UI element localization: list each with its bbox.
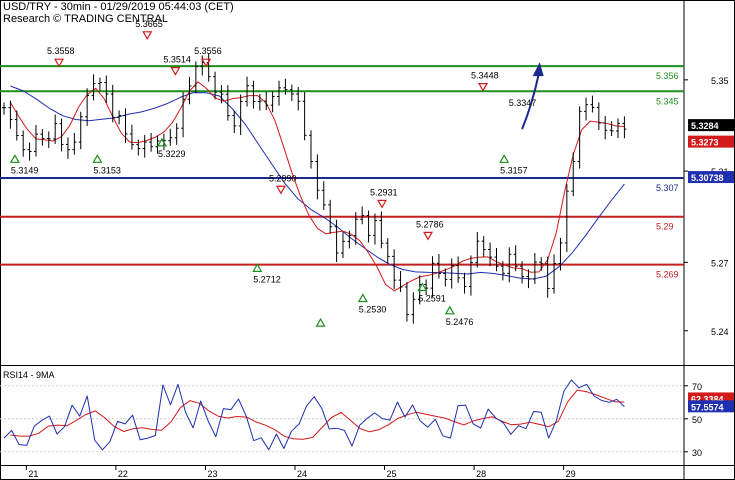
swing-high-label: 5.3558	[47, 46, 75, 56]
swing-high-label: 5.3514	[163, 55, 191, 65]
swing-high-label: 5.2990	[269, 173, 297, 183]
swing-low-marker	[9, 154, 20, 163]
forecast-arrow-head	[532, 62, 544, 77]
x-tick-label-2: 23	[207, 469, 217, 479]
x-tick-label-0: 21	[28, 469, 38, 479]
y-tick-label-3: 5.24	[711, 327, 729, 337]
swing-low-label: 5.2712	[253, 274, 281, 284]
rsi-y-tick-label-1: 50	[692, 415, 702, 425]
x-tick-label-3: 24	[297, 469, 307, 479]
swing-high-label: 5.3665	[135, 19, 163, 29]
level-label-3: 5.29	[656, 222, 674, 232]
swing-low-label: 5.3157	[500, 165, 528, 175]
rsi-plot-area	[0, 379, 684, 453]
swing-high-marker	[275, 185, 286, 195]
x-tick-label-6: 29	[566, 469, 576, 479]
x-tick-label-4: 25	[387, 469, 397, 479]
swing-low-label: 5.2530	[359, 304, 387, 314]
main-plot-area: 5.356 5.345 5.307 5.29 5.269 5.3558 5.3665 5.35…	[0, 19, 684, 327]
swing-low-label: 5.3229	[158, 149, 186, 159]
price-annotation-label: 5.3347	[509, 98, 537, 108]
rsi-value-tag: 57.5574	[691, 402, 724, 412]
swing-high-label: 5.3448	[471, 71, 499, 81]
ma-fast-tag: 5.3273	[691, 138, 719, 148]
swing-low-marker	[156, 137, 168, 147]
x-tick-label-5: 28	[476, 469, 486, 479]
swing-low-marker	[92, 154, 103, 163]
swing-high-label: 5.2786	[416, 219, 444, 229]
swing-low-label: 5.3149	[11, 165, 39, 175]
level-label-2: 5.307	[656, 183, 679, 193]
swing-high-marker	[142, 31, 153, 41]
swing-low-label: 5.2591	[418, 294, 446, 304]
swing-high-marker	[423, 231, 434, 241]
level-label-0: 5.356	[656, 71, 679, 81]
swing-low-label: 5.2476	[446, 317, 474, 327]
rsi-y-tick-label-2: 30	[692, 448, 702, 458]
swing-low-marker	[444, 305, 455, 315]
price-chart: 5.356 5.345 5.307 5.29 5.269 5.3558 5.3665 5.35…	[0, 0, 735, 480]
rsi-panel-title: RSI14 - 9MA	[3, 370, 55, 380]
y-tick-label-2: 5.27	[711, 258, 729, 268]
level-label-4: 5.269	[656, 270, 679, 280]
chart-frame	[0, 0, 735, 480]
outer-border	[0, 0, 735, 480]
swing-high-marker	[53, 58, 65, 68]
swing-high-marker	[170, 67, 181, 76]
last-price-tag: 5.3284	[691, 121, 719, 131]
ma-slow-tag: 5.30738	[691, 173, 724, 183]
x-tick-label-1: 22	[118, 469, 128, 479]
swing-high-label: 5.2931	[370, 187, 398, 197]
swing-high-marker	[376, 199, 388, 209]
swing-low-marker	[315, 317, 326, 327]
swing-low-marker	[499, 154, 510, 163]
rsi-line	[3, 379, 625, 451]
y-tick-label-0: 5.35	[711, 76, 729, 86]
rsi-y-tick-label-0: 70	[692, 382, 702, 392]
swing-low-label: 5.3153	[93, 165, 121, 175]
swing-high-marker	[478, 82, 489, 92]
swing-high-label: 5.3556	[194, 46, 222, 56]
swing-low-marker	[357, 293, 368, 303]
level-label-1: 5.345	[656, 96, 679, 106]
